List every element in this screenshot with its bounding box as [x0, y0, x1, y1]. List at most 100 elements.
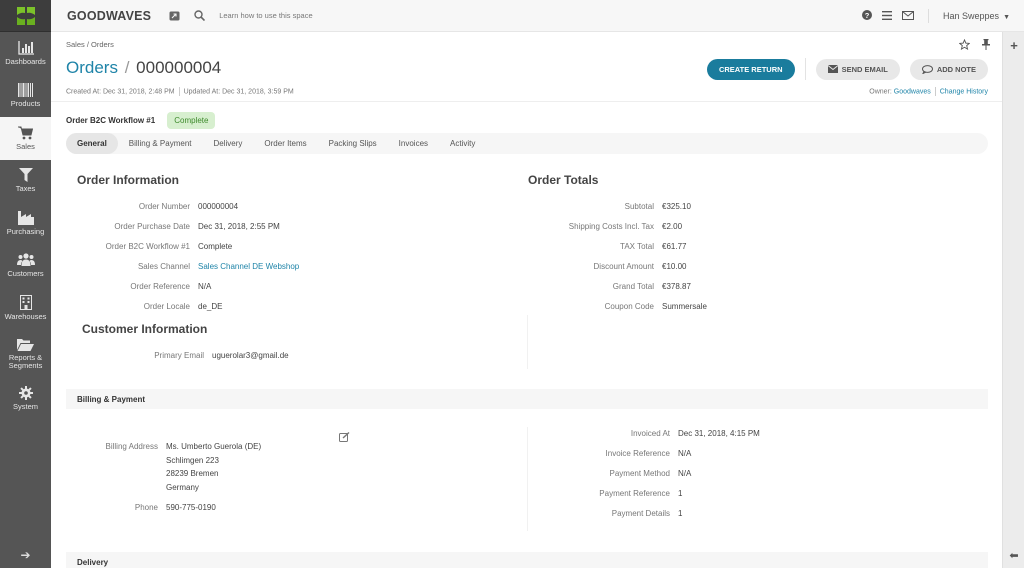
help-circle-icon[interactable]: ? — [862, 7, 873, 25]
field-label: Payment Method — [609, 468, 670, 478]
field-value: uguerolar3@gmail.de — [212, 350, 289, 360]
four-leaf-logo-icon — [16, 6, 35, 25]
field-label: Order Reference — [130, 281, 190, 291]
top-header: GOODWAVES Learn how to use this space ? … — [51, 0, 1024, 32]
tab-invoices[interactable]: Invoices — [388, 133, 439, 154]
address-line: Schlimgen 223 — [166, 455, 219, 465]
sidebar-item-customers[interactable]: Customers — [0, 245, 51, 288]
app-window: Dashboards Products Sales Taxes Purchasi… — [0, 0, 1024, 568]
totals-row: Discount Amount €10.00 — [528, 256, 707, 276]
order-information-list: Order Number 000000004 Order Purchase Dat… — [77, 196, 300, 316]
send-email-label: SEND EMAIL — [841, 64, 888, 74]
field-value: de_DE — [198, 301, 223, 311]
invoice-details-list: Invoiced At Dec 31, 2018, 4:15 PM Invoice… — [528, 423, 760, 523]
workflow-status: Order B2C Workflow #1 Complete — [66, 112, 216, 129]
tab-order-items[interactable]: Order Items — [253, 133, 317, 154]
plus-icon[interactable]: + — [1003, 38, 1024, 53]
totals-row: Grand Total €378.87 — [528, 276, 707, 296]
breadcrumb[interactable]: Sales / Orders — [66, 40, 114, 49]
field-label: Order Locale — [143, 301, 190, 311]
tab-delivery[interactable]: Delivery — [203, 133, 254, 154]
tab-activity[interactable]: Activity — [439, 133, 486, 154]
sidebar-item-system[interactable]: System — [0, 378, 51, 421]
sidebar-item-label: Dashboards — [5, 56, 46, 66]
field-value: 1 — [678, 508, 683, 518]
field-value: N/A — [678, 448, 692, 458]
filter-icon — [18, 168, 33, 183]
field-value: Dec 31, 2018, 4:15 PM — [678, 428, 760, 438]
list-icon[interactable] — [882, 7, 893, 25]
sidebar-item-dashboards[interactable]: Dashboards — [0, 32, 51, 75]
sales-channel-link[interactable]: Sales Channel DE Webshop — [198, 262, 299, 271]
search-icon[interactable] — [194, 10, 206, 21]
sidebar-item-label: Taxes — [15, 184, 36, 194]
page-actions: CREATE RETURN SEND EMAIL ADD NOTE — [706, 58, 988, 80]
right-panel-rail: + ⬅ — [1002, 32, 1024, 568]
star-icon[interactable] — [958, 38, 971, 53]
arrow-left-icon[interactable]: ⬅ — [1003, 549, 1024, 562]
orders-link[interactable]: Orders — [66, 58, 118, 77]
sidebar-item-label: Purchasing — [6, 226, 45, 236]
field-label: Sales Channel — [137, 261, 190, 271]
barcode-icon — [18, 83, 33, 98]
sidebar-item-taxes[interactable]: Taxes — [0, 160, 51, 203]
collapse-sidebar-button[interactable]: ➔ — [0, 548, 51, 562]
screen-icon[interactable] — [169, 11, 180, 21]
help-link[interactable]: Learn how to use this space — [219, 11, 312, 20]
customer-information-list: Primary Email uguerolar3@gmail.de — [82, 345, 289, 365]
field-label: Subtotal — [624, 201, 654, 211]
field-value: €61.77 — [662, 241, 687, 251]
info-row: Order B2C Workflow #1 Complete — [77, 236, 299, 256]
sidebar-item-label: Products — [10, 99, 41, 109]
svg-text:?: ? — [865, 11, 870, 20]
field-label: Invoice Reference — [605, 448, 670, 458]
updated-at: Updated At: Dec 31, 2018, 3:59 PM — [183, 88, 294, 96]
user-menu[interactable]: Han Sweppes ▼ — [943, 11, 1010, 21]
sidebar-item-warehouses[interactable]: Warehouses — [0, 287, 51, 330]
status-badge: Complete — [167, 112, 216, 129]
field-value: €325.10 — [662, 201, 691, 211]
customer-information-title: Customer Information — [82, 322, 208, 336]
sidebar-item-purchasing[interactable]: Purchasing — [0, 202, 51, 245]
user-name: Han Sweppes — [943, 10, 1000, 21]
tab-packing-slips[interactable]: Packing Slips — [318, 133, 388, 154]
field-value: €10.00 — [662, 261, 687, 271]
workflow-label: Order B2C Workflow #1 — [66, 116, 156, 125]
change-history-link[interactable]: Change History — [940, 88, 988, 95]
sidebar-item-label: Warehouses — [4, 312, 47, 322]
edit-icon[interactable] — [339, 429, 350, 447]
title-separator: / — [124, 58, 130, 77]
building-icon — [19, 295, 32, 311]
field-value: N/A — [198, 281, 212, 291]
field-label: Payment Reference — [599, 488, 670, 498]
page-title: Orders / 000000004 — [66, 58, 221, 78]
tab-billing-payment[interactable]: Billing & Payment — [118, 133, 203, 154]
field-value: Dec 31, 2018, 2:55 PM — [198, 221, 280, 231]
header-divider-line — [51, 101, 1002, 102]
page-head-icons — [958, 38, 990, 53]
invoice-row: Payment Details 1 — [528, 503, 760, 523]
totals-row: Coupon Code Summersale — [528, 296, 707, 316]
address-lines: Ms. Umberto Guerola (DE) Schlimgen 223 2… — [166, 440, 261, 494]
mail-icon[interactable] — [902, 7, 915, 25]
field-value: 1 — [678, 488, 683, 498]
envelope-icon — [827, 65, 838, 73]
info-row: Order Locale de_DE — [77, 296, 299, 316]
sidebar-item-sales[interactable]: Sales — [0, 117, 51, 160]
send-email-button[interactable]: SEND EMAIL — [815, 58, 900, 80]
field-label: Shipping Costs Incl. Tax — [568, 221, 654, 231]
create-return-button[interactable]: CREATE RETURN — [706, 58, 795, 80]
field-value: Complete — [198, 241, 233, 251]
field-label: TAX Total — [620, 241, 654, 251]
logo[interactable] — [0, 0, 51, 32]
info-row: Order Number 000000004 — [77, 196, 299, 216]
pin-icon[interactable] — [982, 39, 990, 53]
sidebar-item-products[interactable]: Products — [0, 75, 51, 118]
field-label: Grand Total — [612, 281, 654, 291]
billing-address-block: Billing Address Ms. Umberto Guerola (DE)… — [77, 440, 262, 515]
sidebar-item-reports-segments[interactable]: Reports & Segments — [0, 330, 51, 378]
tab-general[interactable]: General — [66, 133, 118, 154]
add-note-button[interactable]: ADD NOTE — [909, 58, 988, 80]
sidebar-item-label: System — [12, 402, 38, 412]
owner-link[interactable]: Goodwaves — [894, 88, 931, 95]
